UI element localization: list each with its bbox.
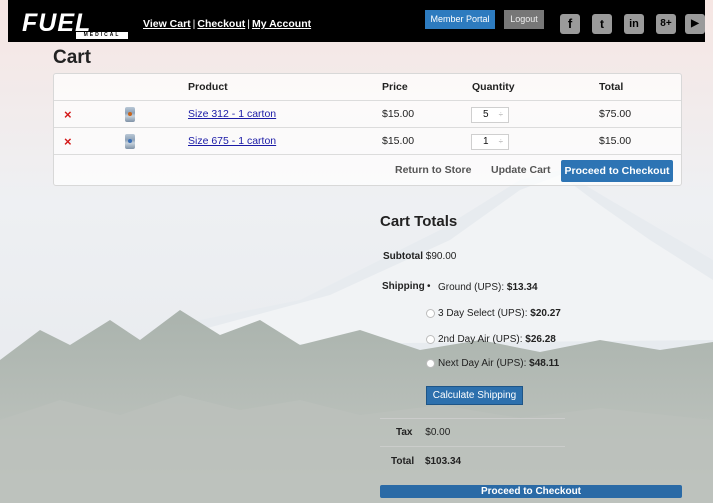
fuel-medical-logo[interactable]: FUEL MEDICAL (14, 6, 132, 39)
proceed-to-checkout-button[interactable]: Proceed to Checkout (561, 160, 673, 182)
subtotal-value: $90.00 (425, 251, 457, 262)
divider (380, 418, 565, 419)
item-total: $15.00 (599, 135, 632, 147)
product-link[interactable]: Size 675 - 1 carton (188, 135, 276, 147)
column-header-quantity: Quantity (472, 81, 515, 93)
table-header-row: Product Price Quantity Total (54, 74, 681, 101)
table-row: × Size 312 - 1 carton $15.00 5 ÷ $75.00 (54, 101, 681, 128)
table-row: × Size 675 - 1 carton $15.00 1 ÷ $15.00 (54, 128, 681, 155)
remove-item-icon[interactable]: × (64, 101, 72, 128)
twitter-icon[interactable]: t (592, 14, 612, 34)
member-portal-button[interactable]: Member Portal (425, 10, 495, 29)
item-price: $15.00 (382, 108, 415, 120)
item-total: $75.00 (599, 108, 632, 120)
quantity-stepper[interactable]: 5 ÷ (471, 107, 509, 123)
quantity-value: 1 (483, 136, 489, 147)
site-header: FUEL MEDICAL View Cart | Checkout | My Accou… (8, 0, 705, 42)
nav-checkout[interactable]: Checkout (197, 18, 245, 30)
tax-row: Tax $0.00 (396, 427, 450, 438)
tax-label: Tax (396, 427, 413, 438)
product-link[interactable]: Size 312 - 1 carton (188, 108, 276, 120)
nav-my-account[interactable]: My Account (252, 18, 311, 30)
selected-radio-bullet[interactable]: • (427, 281, 431, 292)
youtube-icon[interactable]: ▶ (685, 14, 705, 34)
page-title: Cart (53, 47, 92, 68)
tax-value: $0.00 (425, 427, 451, 438)
product-thumbnail[interactable] (125, 107, 135, 122)
product-thumbnail[interactable] (125, 134, 135, 149)
subtotal-row: Subtotal $90.00 (383, 251, 456, 262)
shipping-option-2day[interactable]: 2nd Day Air (UPS): $26.28 (438, 334, 556, 345)
nav-separator: | (247, 18, 250, 30)
shipping-radio-nextday[interactable] (426, 359, 435, 368)
total-label: Total (391, 456, 415, 467)
shipping-label: Shipping (382, 281, 425, 292)
quantity-stepper[interactable]: 1 ÷ (471, 134, 509, 150)
shipping-radio-2day[interactable] (426, 335, 435, 344)
shipping-option-ground[interactable]: Ground (UPS): $13.34 (438, 282, 538, 293)
shipping-option-nextday[interactable]: Next Day Air (UPS): $48.11 (438, 358, 559, 369)
shipping-option-3day[interactable]: 3 Day Select (UPS): $20.27 (438, 308, 561, 319)
proceed-to-checkout-bottom-button[interactable]: Proceed to Checkout (380, 485, 682, 498)
column-header-price: Price (382, 81, 408, 93)
remove-item-icon[interactable]: × (64, 128, 72, 155)
shipping-radio-3day[interactable] (426, 309, 435, 318)
return-to-store-button[interactable]: Return to Store (395, 159, 471, 182)
cart-totals-heading: Cart Totals (380, 213, 458, 230)
column-header-total: Total (599, 81, 624, 93)
subtotal-label: Subtotal (383, 251, 423, 262)
nav-view-cart[interactable]: View Cart (143, 18, 191, 30)
spinner-icon[interactable]: ÷ (499, 108, 503, 122)
googleplus-icon[interactable]: 8+ (656, 14, 676, 34)
item-price: $15.00 (382, 135, 415, 147)
total-value: $103.34 (424, 456, 462, 467)
logout-button[interactable]: Logout (504, 10, 544, 29)
column-header-product: Product (188, 81, 228, 93)
nav-separator: | (192, 18, 196, 30)
spinner-icon[interactable]: ÷ (499, 135, 503, 149)
facebook-icon[interactable]: f (560, 14, 580, 34)
cart-page: FUEL MEDICAL View Cart | Checkout | My Accou… (0, 0, 713, 503)
top-navigation: View Cart | Checkout | My Account (143, 18, 311, 30)
linkedin-icon[interactable]: in (624, 14, 644, 34)
quantity-value: 5 (483, 109, 489, 120)
update-cart-button[interactable]: Update Cart (491, 159, 551, 182)
total-row: Total $103.34 (391, 456, 461, 467)
calculate-shipping-button[interactable]: Calculate Shipping (426, 386, 523, 405)
divider (380, 446, 565, 447)
logo-subtitle: MEDICAL (76, 32, 128, 39)
